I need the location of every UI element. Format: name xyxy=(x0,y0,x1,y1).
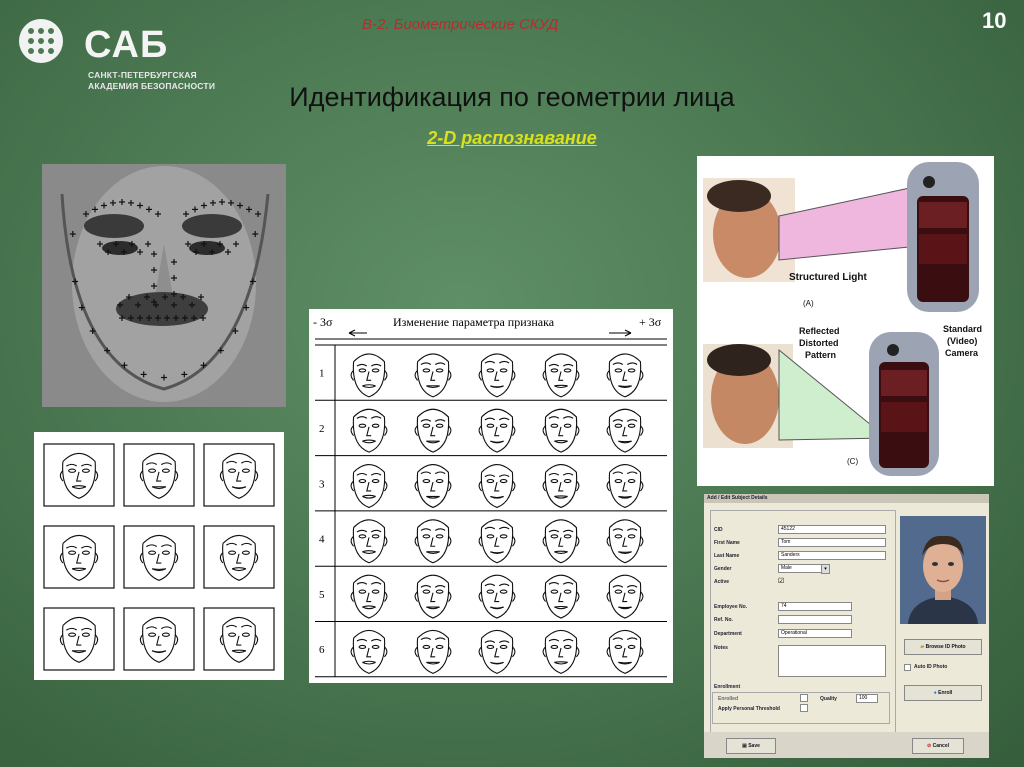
face-landmarks-image xyxy=(42,164,286,407)
cid-input[interactable]: 45122 xyxy=(778,525,886,534)
row-number-label: 4 xyxy=(319,534,325,546)
active-checkbox[interactable]: ☑ xyxy=(778,577,784,585)
auto-id-checkbox[interactable] xyxy=(904,664,911,671)
cancel-label: Cancel xyxy=(932,743,949,749)
subject-photo xyxy=(900,516,986,624)
enroll-label: Enroll xyxy=(938,690,953,696)
video-label: (Video) xyxy=(947,336,977,346)
section-title: В-2. Биометрические СКУД xyxy=(362,16,559,33)
row-number-label: 1 xyxy=(319,368,325,380)
face-landmarks-drawing xyxy=(42,164,286,407)
save-label: Save xyxy=(748,743,760,749)
logo-subtitle-line1: САНКТ-ПЕТЕРБУРГСКАЯ xyxy=(88,70,197,80)
structured-light-drawing: Structured Light (A) Reflected Distorted… xyxy=(697,156,994,486)
standard-label: Standard xyxy=(943,324,982,334)
active-label: Active xyxy=(714,579,730,585)
department-input[interactable]: Operational xyxy=(778,629,852,638)
enrolled-checkbox[interactable] xyxy=(800,694,808,702)
folder-icon: ▰ xyxy=(920,644,925,650)
gender-label: Gender xyxy=(714,566,732,572)
last-name-input[interactable]: Sanders xyxy=(778,551,886,560)
save-button[interactable]: ▣ Save xyxy=(726,738,776,754)
notes-textarea[interactable] xyxy=(778,645,886,677)
label-a: (A) xyxy=(803,299,814,308)
structured-light-diagram: Structured Light (A) Reflected Distorted… xyxy=(697,156,994,486)
quality-label: Quality xyxy=(820,696,837,702)
window-titlebar: Add / Edit Subject Details xyxy=(704,494,989,503)
row-number-label: 6 xyxy=(319,644,325,656)
user-icon: ● xyxy=(933,690,937,696)
sketch-faces-drawing xyxy=(43,443,275,671)
sketch-faces-grid xyxy=(34,432,284,680)
cancel-button[interactable]: ⊘ Cancel xyxy=(912,738,964,754)
reflected-label: Reflected xyxy=(799,326,840,336)
minus-sigma-label: - 3σ xyxy=(313,315,333,329)
row-number-label: 2 xyxy=(319,423,325,435)
row-number-label: 3 xyxy=(319,478,325,490)
browse-photo-label: Browse ID Photo xyxy=(925,644,966,650)
cid-label: CID xyxy=(714,527,723,533)
page-title: Идентификация по геометрии лица xyxy=(289,82,735,112)
logo-dots-icon xyxy=(19,19,63,63)
feature-variation-table: - 3σ Изменение параметра признака + 3σ 1… xyxy=(309,309,673,683)
department-label: Department xyxy=(714,631,742,637)
slide-number: 10 xyxy=(982,8,1007,33)
browse-photo-button[interactable]: ▰ Browse ID Photo xyxy=(904,639,982,655)
page-subtitle: 2-D распознавание xyxy=(427,128,597,148)
feature-table-drawing: - 3σ Изменение параметра признака + 3σ 1… xyxy=(313,315,667,678)
threshold-label: Apply Personal Threshold xyxy=(718,706,780,712)
pattern-label: Pattern xyxy=(805,350,836,360)
camera-label: Camera xyxy=(945,348,979,358)
auto-id-label: Auto ID Photo xyxy=(914,664,948,670)
floppy-icon: ▣ xyxy=(742,743,747,749)
gender-select[interactable]: Male xyxy=(778,564,822,573)
subject-details-window: Add / Edit Subject Details CID 45122 Fir… xyxy=(704,494,989,758)
cancel-icon: ⊘ xyxy=(927,743,932,749)
enroll-button[interactable]: ● Enroll xyxy=(904,685,982,701)
structured-light-label: Structured Light xyxy=(789,272,867,283)
row-number-label: 5 xyxy=(319,589,325,601)
notes-label: Notes xyxy=(714,645,728,651)
first-name-label: First Name xyxy=(714,540,740,546)
window-title: Add / Edit Subject Details xyxy=(707,495,768,501)
employee-label: Employee No. xyxy=(714,604,748,610)
subject-portrait-icon xyxy=(900,516,986,624)
logo-name: САБ xyxy=(84,24,169,66)
logo: САБ САНКТ-ПЕТЕРБУРГСКАЯ АКАДЕМИЯ БЕЗОПАС… xyxy=(18,14,218,91)
ref-input[interactable] xyxy=(778,615,852,624)
feature-table-header: Изменение параметра признака xyxy=(393,315,555,329)
last-name-label: Last Name xyxy=(714,553,740,559)
distorted-label: Distorted xyxy=(799,338,839,348)
ref-label: Ref. No. xyxy=(714,617,733,623)
plus-sigma-label: + 3σ xyxy=(639,315,662,329)
enrolled-label: Enrolled xyxy=(718,696,739,702)
first-name-input[interactable]: Tom xyxy=(778,538,886,547)
employee-input[interactable]: 74 xyxy=(778,602,852,611)
threshold-checkbox[interactable] xyxy=(800,704,808,712)
label-c: (C) xyxy=(847,457,858,466)
chevron-down-icon[interactable]: ▾ xyxy=(821,564,830,574)
enrollment-label: Enrollment xyxy=(714,684,741,690)
quality-input[interactable]: 100 xyxy=(856,694,878,703)
